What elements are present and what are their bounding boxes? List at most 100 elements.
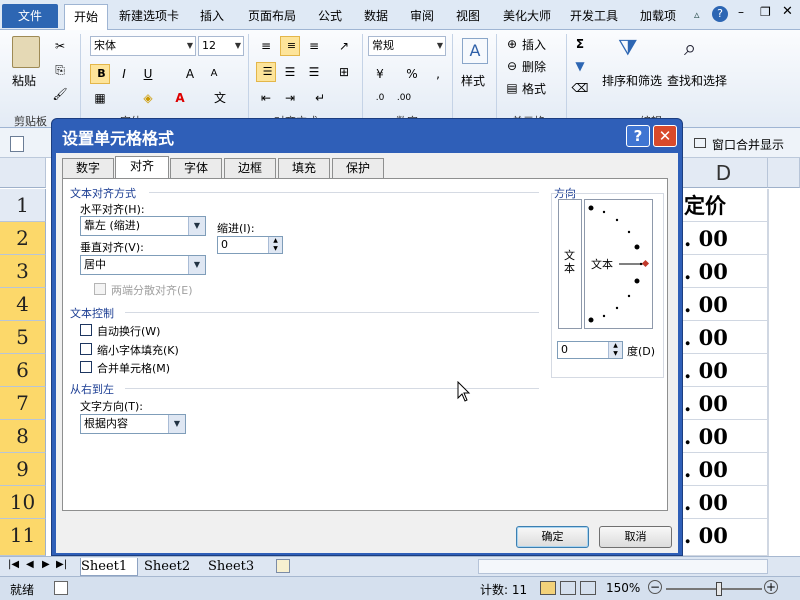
- percent-icon[interactable]: %: [402, 64, 422, 84]
- align-middle-icon[interactable]: ≡: [280, 36, 300, 56]
- cell-d8[interactable]: . 00: [680, 420, 768, 453]
- dialog-tab-protection[interactable]: 保护: [332, 158, 384, 178]
- cell-d3[interactable]: . 00: [680, 255, 768, 288]
- align-bottom-icon[interactable]: ≡: [304, 36, 324, 56]
- styles-label[interactable]: 样式: [461, 72, 485, 89]
- cell-d7[interactable]: . 00: [680, 387, 768, 420]
- dialog-tab-fill[interactable]: 填充: [278, 158, 330, 178]
- font-name-combo[interactable]: 宋体 ▼: [90, 36, 196, 56]
- insert-sheet-icon[interactable]: [276, 559, 290, 573]
- first-sheet-icon[interactable]: |◀: [8, 559, 19, 570]
- spin-arrows-icon[interactable]: ▲ ▼: [268, 237, 282, 253]
- last-sheet-icon[interactable]: ▶|: [56, 559, 67, 570]
- sheet-tab-2[interactable]: Sheet2: [144, 558, 190, 576]
- window-restore-icon[interactable]: ❐: [760, 5, 771, 19]
- prev-sheet-icon[interactable]: ◀: [26, 559, 34, 570]
- column-header-d[interactable]: D: [680, 158, 768, 188]
- row-header[interactable]: 10: [0, 486, 46, 519]
- cell-d10[interactable]: . 00: [680, 486, 768, 519]
- cancel-button[interactable]: 取消: [599, 526, 672, 548]
- dialog-tab-alignment[interactable]: 对齐: [115, 156, 169, 179]
- cell-d1[interactable]: 定价: [680, 189, 768, 222]
- dialog-tab-font[interactable]: 字体: [170, 158, 222, 178]
- increase-decimal-icon[interactable]: .0: [370, 88, 390, 108]
- align-top-icon[interactable]: ≡: [256, 36, 276, 56]
- paste-label[interactable]: 粘贴: [12, 72, 36, 89]
- delete-cells-label[interactable]: 删除: [522, 58, 546, 75]
- fill-icon[interactable]: ▼: [570, 56, 590, 76]
- borders-icon[interactable]: ▦: [90, 88, 110, 108]
- cut-icon[interactable]: ✂: [50, 36, 70, 56]
- tab-file[interactable]: 文件: [2, 4, 58, 28]
- sort-filter-label[interactable]: 排序和筛选: [602, 72, 662, 89]
- view-normal-icon[interactable]: [540, 581, 556, 595]
- dialog-tab-border[interactable]: 边框: [224, 158, 276, 178]
- orientation-icon[interactable]: ↗: [334, 36, 354, 56]
- insert-cells-label[interactable]: 插入: [522, 36, 546, 53]
- row-header[interactable]: 6: [0, 354, 46, 387]
- autosum-icon[interactable]: Σ: [570, 34, 590, 54]
- decrease-indent-icon[interactable]: ⇤: [256, 88, 276, 108]
- sort-filter-icon[interactable]: ⧩: [618, 36, 638, 61]
- merge-center-icon[interactable]: ⊞: [334, 62, 354, 82]
- tab-formulas[interactable]: 公式: [312, 4, 348, 28]
- bold-button[interactable]: B: [90, 64, 110, 84]
- select-all-corner[interactable]: [0, 158, 46, 188]
- horizontal-align-select[interactable]: 靠左 (缩进) ▼: [80, 216, 206, 236]
- row-header[interactable]: 4: [0, 288, 46, 321]
- clear-icon[interactable]: ⌫: [570, 78, 590, 98]
- row-header[interactable]: 2: [0, 222, 46, 255]
- font-color-icon[interactable]: A: [170, 88, 190, 108]
- macro-record-icon[interactable]: [54, 581, 68, 595]
- cell-d2[interactable]: . 00: [680, 222, 768, 255]
- tab-new[interactable]: 新建选项卡: [114, 4, 184, 28]
- styles-icon[interactable]: A: [462, 38, 488, 64]
- dialog-help-button[interactable]: ?: [626, 125, 650, 147]
- dialog-close-button[interactable]: ✕: [653, 125, 677, 147]
- number-format-combo[interactable]: 常规 ▼: [368, 36, 446, 56]
- tab-page-layout[interactable]: 页面布局: [244, 4, 300, 28]
- sheet-tab-3[interactable]: Sheet3: [208, 558, 254, 576]
- align-right-icon[interactable]: ☰: [304, 62, 324, 82]
- text-direction-select[interactable]: 根据内容 ▼: [80, 414, 186, 434]
- ok-button[interactable]: 确定: [516, 526, 589, 548]
- merge-window-icon[interactable]: [694, 138, 706, 148]
- merge-window-label[interactable]: 窗口合并显示: [712, 136, 784, 153]
- tab-home[interactable]: 开始: [64, 4, 108, 31]
- paste-icon[interactable]: [12, 36, 40, 68]
- tab-developer[interactable]: 开发工具: [566, 4, 622, 28]
- row-header[interactable]: 8: [0, 420, 46, 453]
- grow-font-icon[interactable]: A: [180, 64, 200, 84]
- degrees-spinner[interactable]: 0 ▲ ▼: [557, 341, 623, 359]
- next-sheet-icon[interactable]: ▶: [42, 559, 50, 570]
- shrink-font-icon[interactable]: A: [204, 64, 224, 84]
- comma-icon[interactable]: ,: [428, 64, 448, 84]
- tab-insert[interactable]: 插入: [194, 4, 230, 28]
- increase-indent-icon[interactable]: ⇥: [280, 88, 300, 108]
- sheet-tab-1[interactable]: Sheet1: [80, 558, 138, 576]
- justify-distributed-checkbox[interactable]: [94, 283, 106, 295]
- vertical-align-select[interactable]: 居中 ▼: [80, 255, 206, 275]
- format-painter-icon[interactable]: 🖌: [50, 84, 70, 104]
- row-header[interactable]: 11: [0, 519, 46, 556]
- format-cells-label[interactable]: 格式: [522, 80, 546, 97]
- decrease-decimal-icon[interactable]: .00: [394, 88, 414, 108]
- align-left-icon[interactable]: ☰: [256, 62, 276, 82]
- font-size-combo[interactable]: 12 ▼: [198, 36, 244, 56]
- delete-cells-icon[interactable]: ⊖: [502, 56, 522, 76]
- fill-color-icon[interactable]: ◈: [138, 88, 158, 108]
- cell-d11[interactable]: . 00: [680, 519, 768, 556]
- zoom-slider-thumb[interactable]: [716, 582, 722, 596]
- window-close-icon[interactable]: ✕: [782, 4, 793, 19]
- cell-d5[interactable]: . 00: [680, 321, 768, 354]
- italic-button[interactable]: I: [114, 64, 134, 84]
- zoom-in-icon[interactable]: +: [764, 580, 778, 594]
- indent-spinner[interactable]: 0 ▲ ▼: [217, 236, 283, 254]
- copy-icon[interactable]: ⎘: [50, 60, 70, 80]
- currency-icon[interactable]: ¥: [370, 64, 390, 84]
- tab-view[interactable]: 视图: [450, 4, 486, 28]
- row-header[interactable]: 7: [0, 387, 46, 420]
- zoom-slider[interactable]: [666, 588, 762, 590]
- tab-beautify[interactable]: 美化大师: [496, 4, 558, 28]
- minimize-ribbon-icon[interactable]: ▵: [694, 8, 700, 21]
